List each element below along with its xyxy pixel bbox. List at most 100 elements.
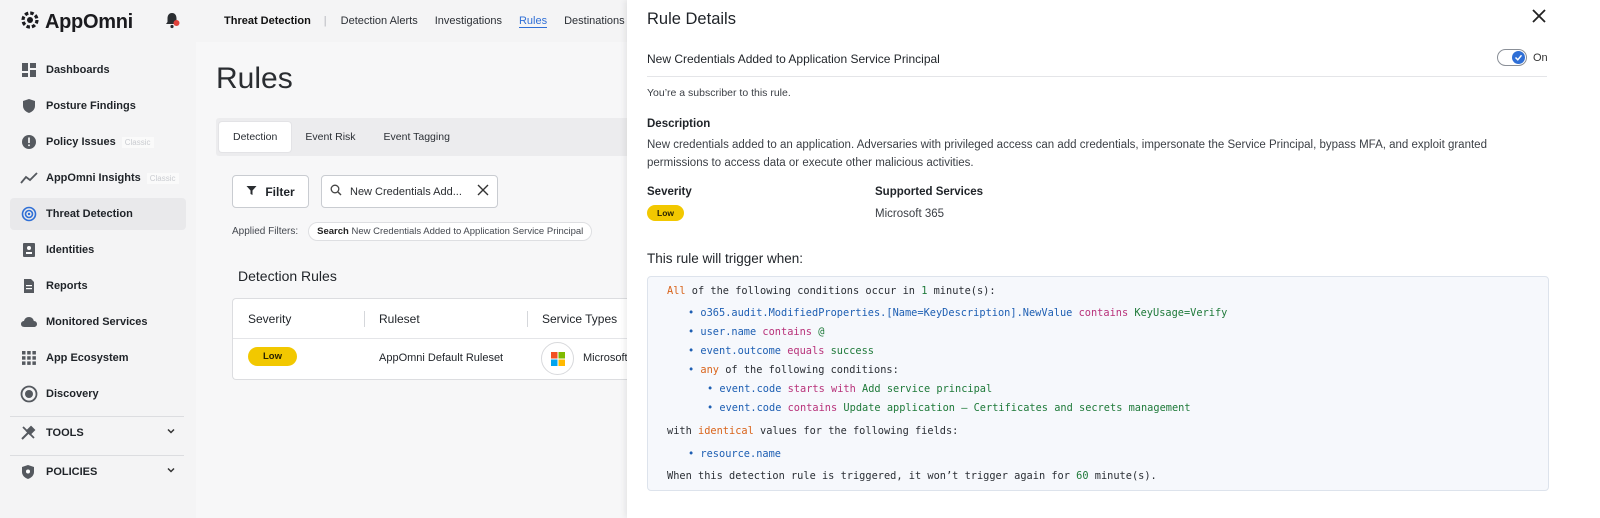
sidebar-item-label: App Ecosystem xyxy=(46,352,129,364)
sidebar: AppOmni Dashboards Posture Findings Poli… xyxy=(0,0,196,518)
logic-field: resource.name xyxy=(700,448,781,460)
logic-number: 60 xyxy=(1076,470,1089,482)
document-icon xyxy=(20,277,38,295)
logic-condition: • user.name contains @ xyxy=(688,326,825,338)
column-ruleset[interactable]: Ruleset xyxy=(379,312,420,326)
search-input[interactable]: New Credentials Add... xyxy=(321,175,498,208)
section-label: TOOLS xyxy=(46,427,84,439)
column-divider xyxy=(364,311,365,327)
sidebar-item-discovery[interactable]: Discovery xyxy=(10,378,186,410)
clear-search-icon[interactable] xyxy=(477,184,489,199)
sidebar-item-app-ecosystem[interactable]: App Ecosystem xyxy=(10,342,186,374)
logic-value: Update application – Certificates and se… xyxy=(843,402,1191,414)
discovery-icon xyxy=(20,385,38,403)
logic-keyword: any xyxy=(700,364,720,376)
classic-tag: Classic xyxy=(146,172,179,184)
close-icon[interactable] xyxy=(1531,8,1547,29)
classic-tag: Classic xyxy=(121,136,154,148)
description-label: Description xyxy=(647,118,711,130)
divider xyxy=(647,76,1547,77)
logic-field: o365.audit.ModifiedProperties.[Name=KeyD… xyxy=(700,307,1073,319)
sidebar-item-monitored-services[interactable]: Monitored Services xyxy=(10,306,186,338)
sidebar-item-threat-detection[interactable]: Threat Detection xyxy=(10,198,186,230)
topnav-destinations[interactable]: Destinations xyxy=(564,15,625,27)
logic-field: event.code xyxy=(719,383,782,395)
subscribe-toggle[interactable] xyxy=(1497,49,1527,66)
logic-line-with: with identical values for the following … xyxy=(667,425,958,437)
brand[interactable]: AppOmni xyxy=(19,9,133,36)
logic-operator: contains xyxy=(1078,307,1129,319)
column-service-types[interactable]: Service Types xyxy=(542,312,617,326)
logic-operator: equals xyxy=(787,345,825,357)
trigger-heading: This rule will trigger when: xyxy=(647,251,804,266)
chevron-down-icon[interactable] xyxy=(166,465,176,478)
sidebar-item-policy-issues[interactable]: Policy Issues Classic xyxy=(10,126,186,158)
section-tools[interactable]: TOOLS xyxy=(10,417,186,449)
logic-text: values for the following fields: xyxy=(753,425,959,437)
logic-line-cooldown: When this detection rule is triggered, i… xyxy=(667,470,1157,482)
logic-field: event.outcome xyxy=(700,345,781,357)
sidebar-item-posture-findings[interactable]: Posture Findings xyxy=(10,90,186,122)
tab-event-tagging[interactable]: Event Tagging xyxy=(370,122,464,152)
brand-name: AppOmni xyxy=(45,11,133,33)
drawer-title: Rule Details xyxy=(647,10,736,28)
sidebar-nav: Dashboards Posture Findings Policy Issue… xyxy=(10,54,186,488)
table-row[interactable]: Low AppOmni Default Ruleset Microsoft xyxy=(233,339,636,379)
sidebar-item-label: Posture Findings xyxy=(46,100,136,112)
topnav-detection-alerts[interactable]: Detection Alerts xyxy=(341,15,418,27)
filter-chip-key: Search xyxy=(317,226,349,237)
logic-value: KeyUsage=Verify xyxy=(1134,307,1228,319)
filter-button[interactable]: Filter xyxy=(232,175,309,208)
topnav-investigations[interactable]: Investigations xyxy=(435,15,502,27)
logic-text: When this detection rule is triggered, i… xyxy=(667,470,1077,482)
logic-condition-group: • any of the following conditions: xyxy=(688,364,899,376)
logic-field: event.code xyxy=(719,402,782,414)
toggle-check-icon xyxy=(1512,51,1525,64)
tab-detection[interactable]: Detection xyxy=(219,122,292,152)
sidebar-item-label: Reports xyxy=(46,280,88,292)
tab-bar: Detection Event Risk Event Tagging xyxy=(216,118,636,156)
sidebar-item-identities[interactable]: Identities xyxy=(10,234,186,266)
tab-event-risk[interactable]: Event Risk xyxy=(291,122,369,152)
table-header: Severity Ruleset Service Types xyxy=(233,299,636,339)
topnav-threat-detection[interactable]: Threat Detection xyxy=(224,15,311,27)
filter-funnel-icon xyxy=(246,185,257,199)
logic-operator: contains xyxy=(787,402,838,414)
toggle-label: On xyxy=(1533,52,1548,64)
apps-grid-icon xyxy=(20,349,38,367)
filter-chip-value: New Credentials Added to Application Ser… xyxy=(351,226,584,237)
sidebar-item-appomni-insights[interactable]: AppOmni Insights Classic xyxy=(10,162,186,194)
sidebar-item-reports[interactable]: Reports xyxy=(10,270,186,302)
main-content: Rules Detection Event Risk Event Tagging… xyxy=(196,42,636,518)
top-nav: Threat Detection | Detection Alerts Inve… xyxy=(196,0,654,42)
trend-line-icon xyxy=(20,169,38,187)
logic-keyword: All xyxy=(667,285,686,297)
topnav-separator: | xyxy=(323,15,327,27)
radar-icon xyxy=(20,205,38,223)
column-severity[interactable]: Severity xyxy=(248,312,291,326)
cloud-icon xyxy=(20,313,38,331)
ruleset-cell: AppOmni Default Ruleset xyxy=(379,352,504,364)
rules-table: Severity Ruleset Service Types Low AppOm… xyxy=(232,298,636,380)
section-policies[interactable]: POLICIES xyxy=(10,456,186,488)
applied-filters: Applied Filters: Search New Credentials … xyxy=(232,222,593,241)
section-label: POLICIES xyxy=(46,466,98,478)
logic-value: Add service principal xyxy=(862,383,993,395)
logic-text: minute(s). xyxy=(1088,470,1157,482)
microsoft-logo-icon xyxy=(541,342,574,375)
logic-condition: • event.outcome equals success xyxy=(688,345,875,357)
logic-line-all: All of the following conditions occur in… xyxy=(667,285,996,297)
filter-button-label: Filter xyxy=(265,184,295,199)
sidebar-item-label: Dashboards xyxy=(46,64,110,76)
chevron-down-icon[interactable] xyxy=(166,426,176,439)
sidebar-item-label: Monitored Services xyxy=(46,316,148,328)
topnav-rules[interactable]: Rules xyxy=(518,15,548,28)
logic-condition: • event.code contains Update application… xyxy=(707,402,1191,414)
filter-chip[interactable]: Search New Credentials Added to Applicat… xyxy=(308,222,593,241)
logic-keyword: identical xyxy=(698,425,754,437)
sidebar-item-dashboards[interactable]: Dashboards xyxy=(10,54,186,86)
logic-condition: • o365.audit.ModifiedProperties.[Name=Ke… xyxy=(688,307,1228,319)
logic-text: with xyxy=(667,425,698,437)
severity-badge: Low xyxy=(647,205,684,221)
notifications-bell-icon[interactable] xyxy=(164,11,180,34)
